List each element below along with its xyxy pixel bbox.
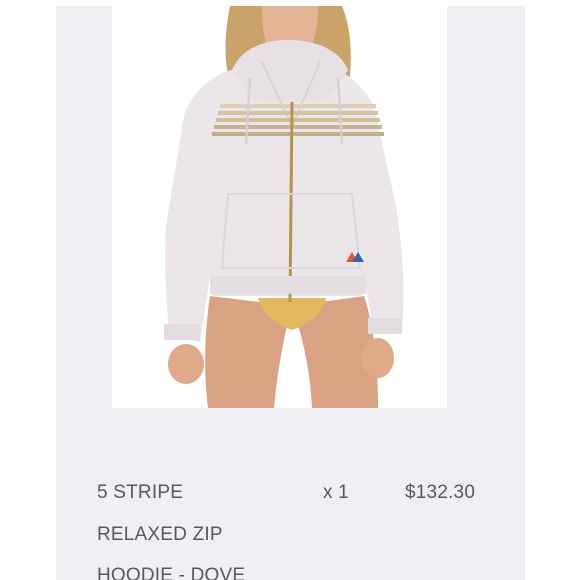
product-image[interactable] [112,6,447,408]
price-label: $132.30 [405,482,476,503]
product-name-line-2[interactable]: RELAXED ZIP [97,524,223,546]
order-item-card: 5 STRIPE RELAXED ZIP HOODIE - DOVE x 1 $… [56,6,525,580]
quantity-label: x 1 [323,482,349,503]
product-name-line-1[interactable]: 5 STRIPE [97,482,183,504]
product-name-line-3[interactable]: HOODIE - DOVE [97,565,245,580]
hoodie-illustration [164,6,404,408]
